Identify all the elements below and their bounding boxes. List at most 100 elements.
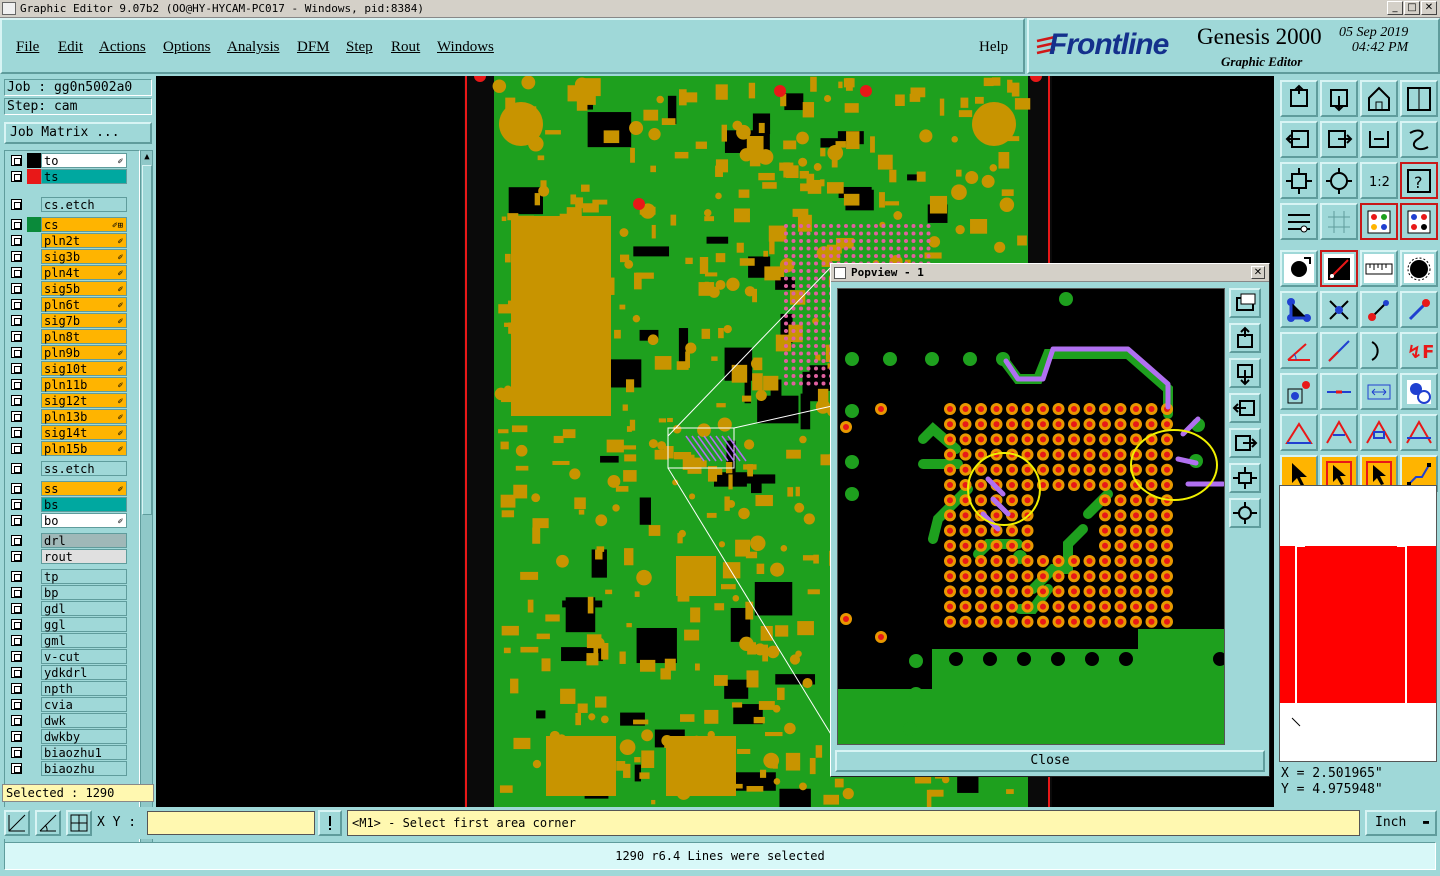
layer-row-dwkby[interactable]: dwkby [7,729,129,744]
layer-color-swatch[interactable] [27,585,41,600]
layer-row-cvia[interactable]: cvia [7,697,129,712]
layer-row-ss.etch[interactable]: ss.etch [7,461,129,476]
overview-map[interactable] [1279,485,1437,762]
layer-color-swatch[interactable] [27,329,41,344]
layer-row-sig5b[interactable]: sig5b ✐ [7,281,129,296]
layer-color-swatch[interactable] [27,513,41,528]
layer-color-swatch[interactable] [27,665,41,680]
layer-color-swatch[interactable] [27,481,41,496]
menu-actions[interactable]: Actions [99,39,146,56]
popview-zoom-center-button[interactable] [1229,498,1261,528]
line-horizontal-tool-button[interactable] [1320,373,1358,410]
scale-1-2-tool-button[interactable]: 1:2 [1360,162,1398,199]
layer-checkbox[interactable] [11,235,22,246]
layer-name[interactable]: rout [41,549,127,564]
layer-row-ts[interactable]: ts [7,169,129,184]
layer-name[interactable]: pln11b ✐ [41,377,127,392]
layer-name[interactable]: npth [41,681,127,696]
grid-snap-button[interactable] [66,810,92,836]
layer-color-swatch[interactable] [27,233,41,248]
layer-name[interactable]: pln4t ✐ [41,265,127,280]
layer-checkbox[interactable] [11,347,22,358]
layer-row-sig7b[interactable]: sig7b ✐ [7,313,129,328]
grid-tool-button[interactable] [1320,203,1358,240]
layer-name[interactable]: ydkdrl [41,665,127,680]
layer-color-swatch[interactable] [27,441,41,456]
layer-color-swatch[interactable] [27,361,41,376]
layer-checkbox[interactable] [11,251,22,262]
layer-checkbox[interactable] [11,155,22,166]
layer-row-gml[interactable]: gml [7,633,129,648]
layer-row-cs[interactable]: cs ✐⊞ [7,217,129,232]
window-split-tool-button[interactable] [1400,80,1438,117]
menu-dfm[interactable]: DFM [297,39,330,56]
layer-row-bs[interactable]: bs [7,497,129,512]
layer-checkbox[interactable] [11,763,22,774]
layer-name[interactable]: biaozhu [41,761,127,776]
house-tool-button[interactable] [1360,80,1398,117]
layer-checkbox[interactable] [11,363,22,374]
layer-checkbox[interactable] [11,571,22,582]
layer-name[interactable]: biaozhu1 [41,745,127,760]
xy-input[interactable] [147,811,315,835]
layer-color-swatch[interactable] [27,549,41,564]
layer-row-bp[interactable]: bp [7,585,129,600]
layer-color-swatch[interactable] [27,617,41,632]
overview-drawing[interactable] [1280,486,1437,762]
layer-row-pln4t[interactable]: pln4t ✐ [7,265,129,280]
layer-color-swatch[interactable] [27,297,41,312]
layer-name[interactable]: cs.etch [41,197,127,212]
layer-row-pln15b[interactable]: pln15b ✐ [7,441,129,456]
line-tool-button[interactable] [1320,332,1358,369]
popview-zoom-home-button[interactable] [1229,288,1261,318]
layer-row-ggl[interactable]: ggl [7,617,129,632]
arc-tool-button[interactable] [1360,332,1398,369]
layer-color-swatch[interactable] [27,313,41,328]
triangle-c-tool-button[interactable] [1400,414,1438,451]
menu-edit[interactable]: Edit [58,39,83,56]
maximize-button[interactable]: □ [1404,1,1420,15]
layer-checkbox[interactable] [11,463,22,474]
layer-color-swatch[interactable] [27,217,41,232]
scroll-up-icon[interactable]: ▲ [142,152,152,162]
undo-view-tool-button[interactable] [1360,121,1398,158]
layer-color-swatch[interactable] [27,601,41,616]
layer-color-swatch[interactable] [27,533,41,548]
layer-checkbox[interactable] [11,499,22,510]
layer-name[interactable]: ggl [41,617,127,632]
triangle-b-tool-button[interactable] [1360,414,1398,451]
layer-color-swatch[interactable] [27,697,41,712]
layer-color-swatch[interactable] [27,761,41,776]
layer-checkbox[interactable] [11,171,22,182]
layer-checkbox[interactable] [11,395,22,406]
layer-name[interactable]: pln15b ✐ [41,441,127,456]
layer-checkbox[interactable] [11,267,22,278]
popview-pan-up-button[interactable] [1229,323,1261,353]
layer-checkbox[interactable] [11,587,22,598]
layer-checkbox[interactable] [11,635,22,646]
layer-name[interactable]: cs ✐⊞ [41,217,127,232]
layer-name[interactable]: bp [41,585,127,600]
layer-row-biaozhu[interactable]: biaozhu [7,761,129,776]
palette-alt-tool-button[interactable] [1400,203,1438,240]
menu-help[interactable]: Help [979,39,1008,56]
layer-name[interactable]: dwk [41,713,127,728]
layer-checkbox[interactable] [11,299,22,310]
layer-row-pln11b[interactable]: pln11b ✐ [7,377,129,392]
layer-name[interactable]: sig7b ✐ [41,313,127,328]
layer-name[interactable]: bo ✐ [41,513,127,528]
triangle-a-tool-button[interactable] [1320,414,1358,451]
palette-tool-button[interactable] [1360,203,1398,240]
layer-checkbox[interactable] [11,731,22,742]
redo-view-tool-button[interactable] [1400,121,1438,158]
layer-row-sig14t[interactable]: sig14t ✐ [7,425,129,440]
layer-name[interactable]: ss ✐ [41,481,127,496]
pan-right-tool-button[interactable] [1320,121,1358,158]
layer-row-npth[interactable]: npth [7,681,129,696]
layer-name[interactable]: pln9b ✐ [41,345,127,360]
cross-tool-button[interactable] [1320,291,1358,328]
layer-name[interactable]: v-cut [41,649,127,664]
layer-row-pln6t[interactable]: pln6t ✐ [7,297,129,312]
menu-analysis[interactable]: Analysis [227,39,280,56]
dimension-tool-button[interactable] [1360,373,1398,410]
